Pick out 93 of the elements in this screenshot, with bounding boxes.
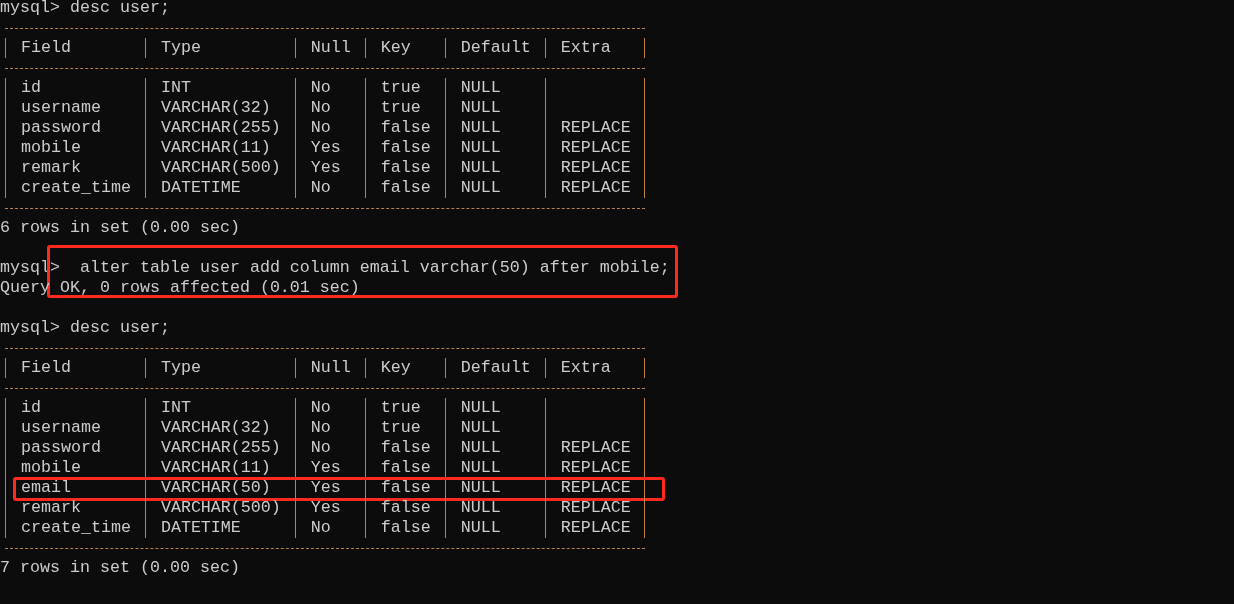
table-cell: No — [294, 398, 365, 418]
table-cell: VARCHAR(500) — [144, 498, 295, 518]
table-cell: Yes — [294, 478, 365, 498]
table-cell: Yes — [294, 458, 365, 478]
table-cell: No — [294, 178, 365, 198]
table-cell: mobile — [5, 458, 145, 478]
table-cell: Yes — [294, 138, 365, 158]
table-cell: NULL — [444, 118, 545, 138]
sql-command: desc user; — [69, 0, 170, 18]
sql-command: alter table user add column email varchar(50) after mobile; — [79, 258, 670, 278]
table-cell: DATETIME — [144, 518, 295, 538]
table-cell: NULL — [444, 178, 545, 198]
table-cell: VARCHAR(500) — [144, 158, 295, 178]
table-cell: INT — [144, 398, 295, 418]
table-cell: REPLACE — [544, 158, 645, 178]
table-cell: true — [364, 418, 445, 438]
column-header: Field — [5, 358, 145, 378]
table-cell: password — [5, 438, 145, 458]
table-cell: mobile — [5, 138, 145, 158]
table-cell: No — [294, 438, 365, 458]
table-cell: VARCHAR(50) — [144, 478, 295, 498]
table-cell: password — [5, 118, 145, 138]
table-cell: REPLACE — [544, 518, 645, 538]
column-header: Field — [5, 38, 145, 58]
table-cell: NULL — [444, 98, 545, 118]
table-cell: NULL — [444, 438, 545, 458]
table-cell: NULL — [444, 458, 545, 478]
result-message: 7 rows in set (0.00 sec) — [0, 558, 240, 578]
table-cell: email — [5, 478, 145, 498]
column-header: Extra — [544, 358, 645, 378]
table-cell: false — [364, 458, 445, 478]
table-cell: VARCHAR(255) — [144, 118, 295, 138]
table-cell: INT — [144, 78, 295, 98]
table-cell: DATETIME — [144, 178, 295, 198]
table-cell: remark — [5, 498, 145, 518]
table-cell: VARCHAR(11) — [144, 458, 295, 478]
table-cell: NULL — [444, 418, 545, 438]
table-cell: REPLACE — [544, 178, 645, 198]
table-cell: No — [294, 78, 365, 98]
column-header: Default — [444, 38, 545, 58]
table-cell: NULL — [444, 518, 545, 538]
table-cell: false — [364, 478, 445, 498]
prompt: mysql> — [0, 318, 60, 338]
sql-command: desc user; — [69, 318, 170, 338]
table-cell: false — [364, 498, 445, 518]
table-cell: NULL — [444, 498, 545, 518]
table-cell: NULL — [444, 478, 545, 498]
table-cell: false — [364, 138, 445, 158]
column-header: Extra — [544, 38, 645, 58]
table-cell: Yes — [294, 498, 365, 518]
table-cell: username — [5, 98, 145, 118]
table-cell: VARCHAR(32) — [144, 418, 295, 438]
table-cell: REPLACE — [544, 458, 645, 478]
table-cell: remark — [5, 158, 145, 178]
table-cell: REPLACE — [544, 138, 645, 158]
table-cell: create_time — [5, 178, 145, 198]
table-cell: NULL — [444, 158, 545, 178]
table-cell: false — [364, 118, 445, 138]
table-cell: VARCHAR(255) — [144, 438, 295, 458]
table-cell: false — [364, 158, 445, 178]
table-cell: REPLACE — [544, 498, 645, 518]
table-cell: NULL — [444, 398, 545, 418]
result-message: 6 rows in set (0.00 sec) — [0, 218, 240, 238]
table-cell: create_time — [5, 518, 145, 538]
table-cell: NULL — [444, 138, 545, 158]
table-cell: true — [364, 98, 445, 118]
table-cell: No — [294, 518, 365, 538]
column-header: Key — [364, 358, 445, 378]
table-cell: id — [5, 78, 145, 98]
column-header: Type — [144, 358, 295, 378]
table-cell: false — [364, 178, 445, 198]
table-cell: REPLACE — [544, 118, 645, 138]
column-header: Null — [294, 38, 365, 58]
table-cell: No — [294, 118, 365, 138]
table-cell: No — [294, 418, 365, 438]
table-cell: true — [364, 398, 445, 418]
column-header: Key — [364, 38, 445, 58]
table-cell: false — [364, 518, 445, 538]
table-cell: No — [294, 98, 365, 118]
table-cell: username — [5, 418, 145, 438]
table-cell: VARCHAR(11) — [144, 138, 295, 158]
column-header: Default — [444, 358, 545, 378]
table-cell: REPLACE — [544, 438, 645, 458]
prompt: mysql> — [0, 0, 60, 18]
column-header: Null — [294, 358, 365, 378]
column-header: Type — [144, 38, 295, 58]
table-cell: false — [364, 438, 445, 458]
table-cell: REPLACE — [544, 478, 645, 498]
table-cell: NULL — [444, 78, 545, 98]
table-cell: true — [364, 78, 445, 98]
table-cell: id — [5, 398, 145, 418]
table-cell: Yes — [294, 158, 365, 178]
table-cell: VARCHAR(32) — [144, 98, 295, 118]
